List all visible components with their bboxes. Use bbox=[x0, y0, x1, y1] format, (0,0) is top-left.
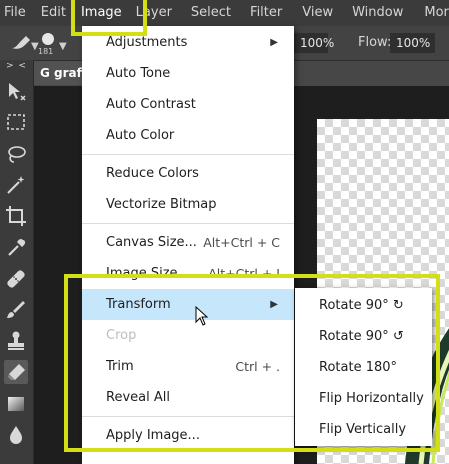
menu-item-label: Trim bbox=[106, 359, 134, 374]
image-menu-dropdown: Adjustments ▶ Auto Tone Auto Contrast Au… bbox=[82, 26, 294, 464]
mouse-cursor-icon bbox=[195, 306, 209, 326]
menu-item-image-size[interactable]: Image Size... Alt+Ctrl + I bbox=[82, 258, 294, 289]
menu-item-shortcut: Alt+Ctrl + C bbox=[203, 235, 280, 250]
move-tool-icon[interactable] bbox=[4, 80, 28, 104]
flow-label: Flow: bbox=[358, 35, 392, 50]
submenu-arrow-icon: ▶ bbox=[270, 37, 278, 48]
stamp-tool-icon[interactable] bbox=[4, 329, 28, 353]
menu-item-adjustments[interactable]: Adjustments ▶ bbox=[82, 27, 294, 58]
menu-select[interactable]: Select bbox=[181, 0, 240, 26]
submenu-item-rotate-90-cw[interactable]: Rotate 90° ↻ bbox=[295, 290, 432, 321]
menu-item-label: Transform bbox=[106, 297, 171, 312]
opacity-field[interactable]: 100% bbox=[294, 33, 334, 53]
menu-window[interactable]: Window bbox=[342, 0, 412, 26]
submenu-item-rotate-180[interactable]: Rotate 180° bbox=[295, 352, 432, 383]
menu-item-label: Image Size... bbox=[106, 266, 190, 281]
menu-separator bbox=[82, 223, 294, 224]
menu-edit[interactable]: Edit bbox=[35, 0, 75, 26]
menu-image[interactable]: Image bbox=[75, 0, 132, 26]
marquee-tool-icon[interactable] bbox=[4, 110, 28, 134]
menu-more[interactable]: More bbox=[412, 0, 449, 26]
toolbar: > < bbox=[0, 60, 34, 464]
eyedropper-tool-icon[interactable] bbox=[4, 236, 28, 260]
menu-item-shortcut: Alt+Ctrl + I bbox=[208, 266, 280, 281]
submenu-item-flip-vertically[interactable]: Flip Vertically bbox=[295, 414, 432, 445]
blur-tool-icon[interactable] bbox=[4, 423, 28, 447]
brush-tool-icon[interactable] bbox=[4, 298, 28, 322]
eraser-tool-icon[interactable] bbox=[4, 360, 28, 384]
crop-tool-icon[interactable] bbox=[4, 204, 28, 228]
chevron-down-icon[interactable]: ▼ bbox=[59, 41, 67, 52]
menu-item-reduce-colors[interactable]: Reduce Colors bbox=[82, 158, 294, 189]
menu-item-auto-color[interactable]: Auto Color bbox=[82, 120, 294, 151]
gradient-tool-icon[interactable] bbox=[4, 392, 28, 416]
menu-filter[interactable]: Filter bbox=[240, 0, 291, 26]
menu-layer[interactable]: Layer bbox=[132, 0, 181, 26]
flow-field[interactable]: 100% bbox=[390, 33, 435, 53]
brush-size-icon[interactable] bbox=[42, 33, 54, 45]
menu-item-label: Adjustments bbox=[106, 35, 188, 50]
menu-view[interactable]: View bbox=[291, 0, 342, 26]
brush-preset-icon[interactable] bbox=[10, 34, 32, 52]
menu-item-transform[interactable]: Transform ▶ bbox=[82, 289, 294, 320]
collapse-toggle[interactable]: > < bbox=[6, 61, 27, 71]
magic-wand-tool-icon[interactable] bbox=[4, 173, 28, 197]
submenu-item-rotate-90-ccw[interactable]: Rotate 90° ↺ bbox=[295, 321, 432, 352]
lasso-tool-icon[interactable] bbox=[4, 142, 28, 166]
menu-separator bbox=[82, 416, 294, 417]
menu-file[interactable]: File bbox=[0, 0, 35, 26]
submenu-item-flip-horizontally[interactable]: Flip Horizontally bbox=[295, 383, 432, 414]
transform-submenu: Rotate 90° ↻ Rotate 90° ↺ Rotate 180° Fl… bbox=[295, 288, 432, 446]
menu-item-auto-tone[interactable]: Auto Tone bbox=[82, 58, 294, 89]
menu-item-reveal-all[interactable]: Reveal All bbox=[82, 382, 294, 413]
menu-item-vectorize-bitmap[interactable]: Vectorize Bitmap bbox=[82, 189, 294, 220]
menu-item-apply-image[interactable]: Apply Image... bbox=[82, 420, 294, 451]
menu-item-auto-contrast[interactable]: Auto Contrast bbox=[82, 89, 294, 120]
menubar: File Edit Image Layer Select Filter View… bbox=[0, 0, 449, 26]
menu-item-crop: Crop bbox=[106, 328, 137, 343]
menu-item-shortcut: Ctrl + . bbox=[235, 359, 280, 374]
menu-item-trim[interactable]: Trim Ctrl + . bbox=[82, 351, 294, 382]
menu-separator bbox=[82, 154, 294, 155]
submenu-arrow-icon: ▶ bbox=[270, 299, 278, 310]
healing-tool-icon[interactable] bbox=[4, 267, 28, 291]
menu-item-canvas-size[interactable]: Canvas Size... Alt+Ctrl + C bbox=[82, 227, 294, 258]
brush-size-value: 181 bbox=[38, 47, 54, 56]
menu-item-label: Canvas Size... bbox=[106, 235, 197, 250]
